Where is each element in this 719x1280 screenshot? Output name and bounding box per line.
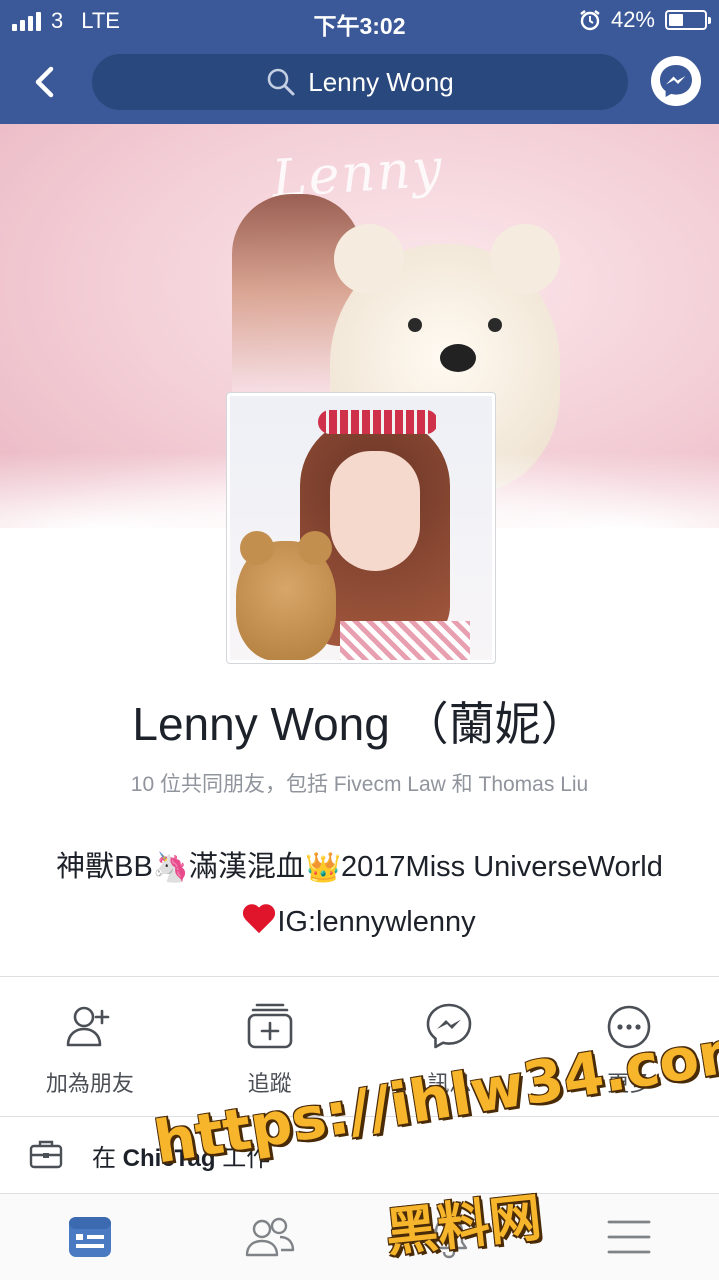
follow-icon	[247, 1003, 292, 1049]
more-button[interactable]: 更多	[539, 998, 719, 1098]
profile-picture[interactable]	[227, 393, 495, 663]
add-friend-button[interactable]: 加為朋友	[0, 998, 180, 1098]
message-button[interactable]: 訊息	[360, 998, 540, 1098]
news-feed-icon	[68, 1217, 111, 1257]
alarm-icon	[580, 10, 600, 31]
bottom-tab-bar	[0, 1194, 719, 1280]
messenger-button[interactable]	[651, 56, 701, 106]
briefcase-icon	[29, 1140, 63, 1169]
messenger-icon	[427, 1003, 472, 1049]
work-suffix: 工作	[222, 1145, 271, 1172]
menu-icon	[607, 1220, 651, 1254]
heart-icon	[243, 903, 277, 935]
more-icon	[607, 1005, 651, 1049]
status-right: 42%	[579, 7, 711, 33]
mutual-friends[interactable]: 10 位共同朋友，包括 Fivecm Law 和 Thomas Liu	[0, 768, 719, 798]
bio-line-1: 神獸BB🦄滿漢混血👑2017Miss UniverseWorld	[20, 840, 699, 895]
battery-fill	[669, 14, 683, 26]
profile-screen: 3 LTE 下午3:02 42% Lenny Wong Lenny Lenny …	[0, 0, 719, 1280]
work-prefix: 在	[92, 1145, 116, 1172]
add-friend-label: 加為朋友	[45, 1071, 134, 1096]
bio-text: 滿漢混血	[188, 851, 305, 883]
tab-friends[interactable]	[180, 1194, 360, 1280]
status-bar: 3 LTE 下午3:02 42%	[0, 0, 719, 40]
divider	[0, 1116, 719, 1117]
bio-line-2: IG:lennywlenny	[20, 895, 699, 949]
back-button[interactable]	[22, 60, 66, 104]
nav-bar: Lenny Wong	[0, 40, 719, 124]
crown-icon: 👑	[304, 852, 342, 885]
tab-news-feed[interactable]	[0, 1194, 180, 1280]
bio-text: 2017Miss UniverseWorld	[341, 851, 663, 883]
follow-button[interactable]: 追蹤	[180, 998, 360, 1098]
profile-teddy-bear	[236, 531, 336, 660]
message-label: 訊息	[427, 1071, 472, 1096]
divider	[0, 976, 719, 977]
battery-icon	[665, 10, 711, 30]
follow-label: 追蹤	[247, 1071, 292, 1096]
add-friend-icon	[66, 1006, 110, 1047]
messenger-icon	[660, 65, 692, 97]
profile-bio: 神獸BB🦄滿漢混血👑2017Miss UniverseWorld IG:lenn…	[20, 840, 699, 949]
tab-notifications[interactable]	[360, 1194, 540, 1280]
work-text: 在 ChicTag 工作	[92, 1138, 270, 1173]
unicorn-icon: 🦄	[152, 852, 189, 885]
profile-actions: 加為朋友 追蹤 訊息 更多	[0, 998, 719, 1098]
work-company[interactable]: ChicTag	[123, 1145, 216, 1172]
search-text: Lenny Wong	[308, 66, 454, 97]
profile-name: Lenny Wong （蘭妮）	[132, 698, 587, 750]
search-bar[interactable]: Lenny Wong	[92, 54, 628, 110]
notifications-icon	[431, 1216, 468, 1259]
tab-menu[interactable]	[539, 1194, 719, 1280]
chevron-left-icon	[35, 66, 54, 98]
bio-ig: IG:lennywlenny	[277, 906, 476, 939]
bio-text: 神獸BB	[56, 851, 153, 883]
work-info-row[interactable]: 在 ChicTag 工作	[0, 1118, 719, 1192]
friends-icon	[245, 1217, 294, 1257]
more-label: 更多	[607, 1071, 652, 1096]
search-icon	[267, 68, 295, 96]
battery-percent: 42%	[610, 7, 655, 32]
